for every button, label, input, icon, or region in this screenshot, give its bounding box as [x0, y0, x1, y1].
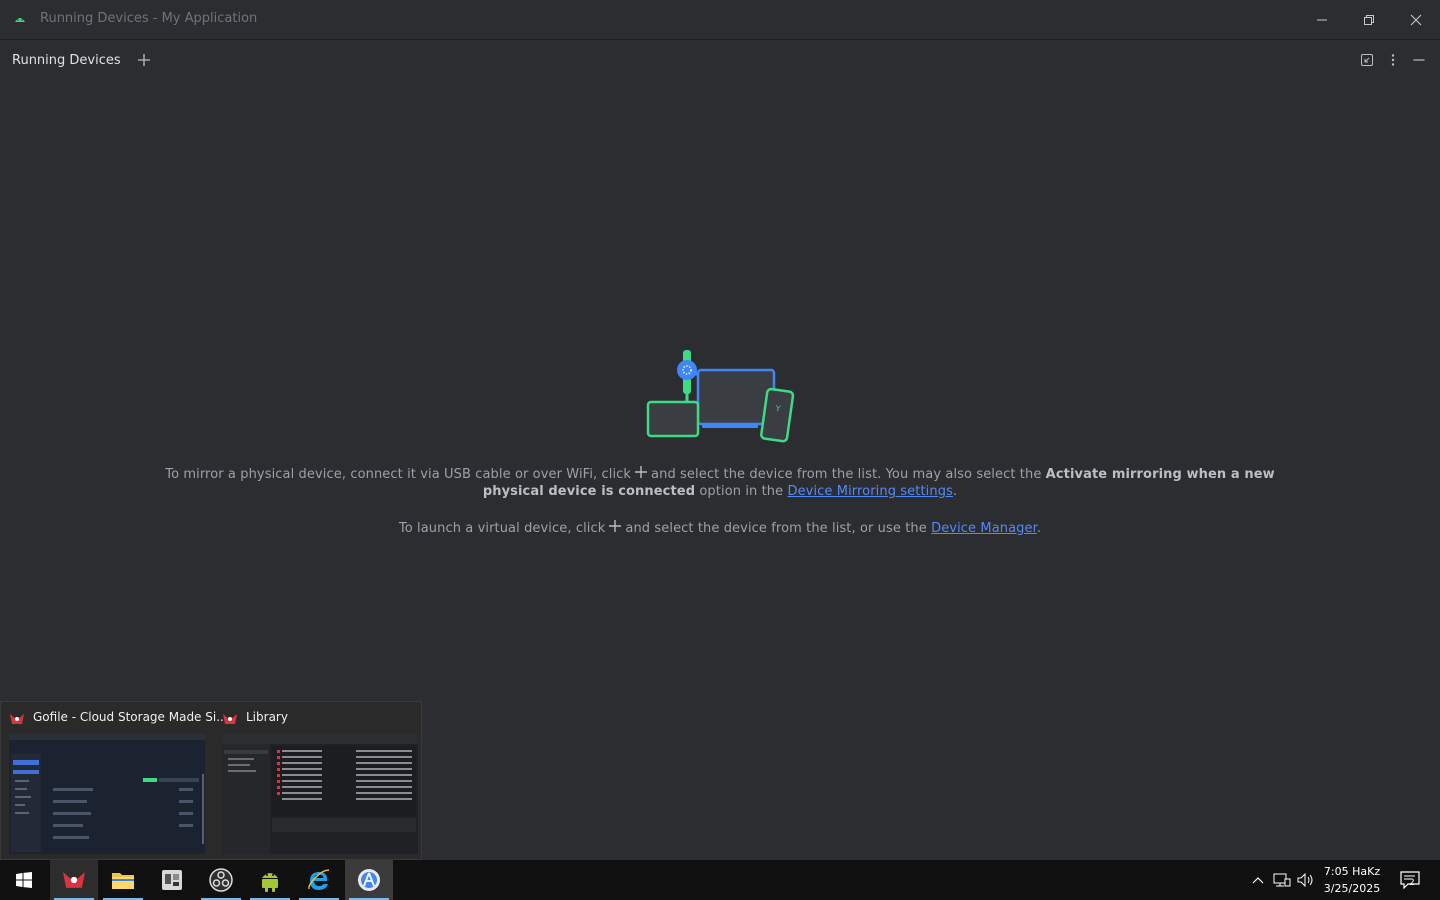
hide-tool-window-button[interactable]	[1411, 52, 1427, 68]
gitkraken-icon	[10, 714, 24, 724]
taskbar-gitkraken[interactable]	[50, 860, 98, 900]
obs-icon	[209, 868, 233, 892]
plus-icon	[609, 520, 622, 532]
virtual-device-instructions: To launch a virtual device, click and sel…	[140, 519, 1300, 537]
show-hidden-icons-button[interactable]	[1248, 860, 1268, 900]
folder-icon	[112, 873, 134, 889]
network-button[interactable]	[1272, 860, 1292, 900]
taskbar-obs[interactable]	[197, 860, 245, 900]
android-studio-icon	[15, 18, 25, 22]
speaker-icon	[1297, 873, 1313, 887]
tool-window-title[interactable]: Running Devices	[12, 53, 121, 68]
close-icon	[1410, 14, 1422, 26]
restore-layout-button[interactable]	[1359, 52, 1375, 68]
start-button[interactable]	[0, 860, 48, 900]
thumbnail-library[interactable]: Library	[214, 702, 424, 859]
minimize-icon	[1317, 19, 1327, 21]
internet-explorer-icon	[308, 869, 330, 890]
taskbar-app[interactable]	[148, 860, 196, 900]
taskbar: 7:05 HaKz 3/25/2025	[0, 860, 1440, 900]
thumbnail-gofile[interactable]: Gofile - Cloud Storage Made Si...	[1, 702, 228, 859]
taskbar-file-explorer[interactable]	[99, 860, 147, 900]
gitkraken-icon	[223, 714, 237, 724]
instructions-text: To mirror a physical device, connect it …	[165, 467, 632, 482]
restore-button[interactable]	[1346, 0, 1392, 40]
instructions-text: and select the device from the list. You…	[651, 467, 1042, 482]
period-text: .	[1036, 521, 1042, 536]
gitkraken-icon	[63, 872, 85, 888]
volume-button[interactable]	[1296, 860, 1316, 900]
device-mirroring-settings-link[interactable]: Device Mirroring settings	[787, 484, 952, 499]
minimize-button[interactable]	[1299, 0, 1345, 40]
close-button[interactable]	[1393, 0, 1439, 40]
add-device-icon[interactable]	[134, 50, 154, 70]
taskbar-android-studio[interactable]	[345, 860, 393, 900]
physical-device-instructions: To mirror a physical device, connect it …	[140, 465, 1300, 500]
taskbar-internet-explorer[interactable]	[295, 860, 343, 900]
clock-time: 7:05 HaKz	[1323, 865, 1381, 878]
android-icon	[262, 873, 278, 892]
clock-date: 3/25/2025	[1323, 882, 1381, 895]
window-preview-image	[9, 734, 205, 854]
restore-icon	[1364, 15, 1374, 25]
instructions-text: To launch a virtual device, click	[398, 521, 606, 536]
plus-icon	[635, 466, 648, 478]
devices-illustration-icon: Y	[646, 350, 795, 443]
window-preview-image	[222, 734, 418, 854]
app-icon	[162, 870, 182, 890]
minimize-icon	[1413, 59, 1425, 61]
tool-window-header: Running Devices	[0, 41, 1440, 81]
title-bar: Running Devices - My Application	[0, 0, 1440, 40]
period-text: .	[952, 484, 958, 499]
notification-count-badge: 2	[1409, 878, 1415, 888]
window-title: Running Devices - My Application	[40, 11, 258, 26]
windows-icon	[16, 872, 32, 888]
instructions-text: option in the	[699, 484, 784, 499]
thumbnail-title: Gofile - Cloud Storage Made Si...	[33, 710, 228, 724]
android-studio-icon	[358, 869, 380, 891]
taskbar-clock[interactable]: 7:05 HaKz 3/25/2025	[1320, 863, 1384, 897]
layout-icon	[1361, 54, 1373, 66]
taskbar-thumbnail-previews: Gofile - Cloud Storage Made Si... Librar…	[0, 701, 422, 860]
thumbnail-title: Library	[246, 710, 288, 724]
device-manager-link[interactable]: Device Manager	[931, 521, 1037, 536]
network-icon	[1273, 873, 1291, 887]
chevron-up-icon	[1252, 877, 1264, 884]
instructions-text: and select the device from the list, or …	[625, 521, 927, 536]
taskbar-android[interactable]	[246, 860, 294, 900]
more-options-button[interactable]	[1385, 52, 1401, 68]
kebab-icon	[1391, 54, 1395, 66]
